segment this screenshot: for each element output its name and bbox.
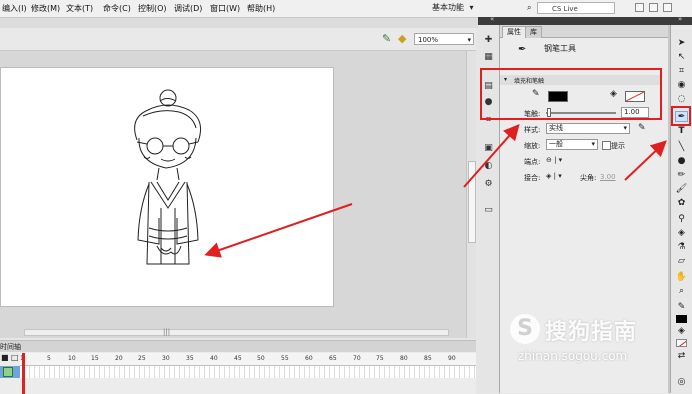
sogou-watermark: S 搜狗指南 zhinan.sogou.com (510, 312, 680, 366)
arrow-to-figure (204, 203, 353, 258)
watermark-brand: 搜狗指南 (545, 320, 638, 345)
arrow-to-pen-tool (624, 140, 667, 181)
sogou-logo-icon: S (510, 314, 540, 344)
watermark-url: zhinan.sogou.com (518, 349, 628, 363)
arrow-to-style (463, 124, 520, 188)
